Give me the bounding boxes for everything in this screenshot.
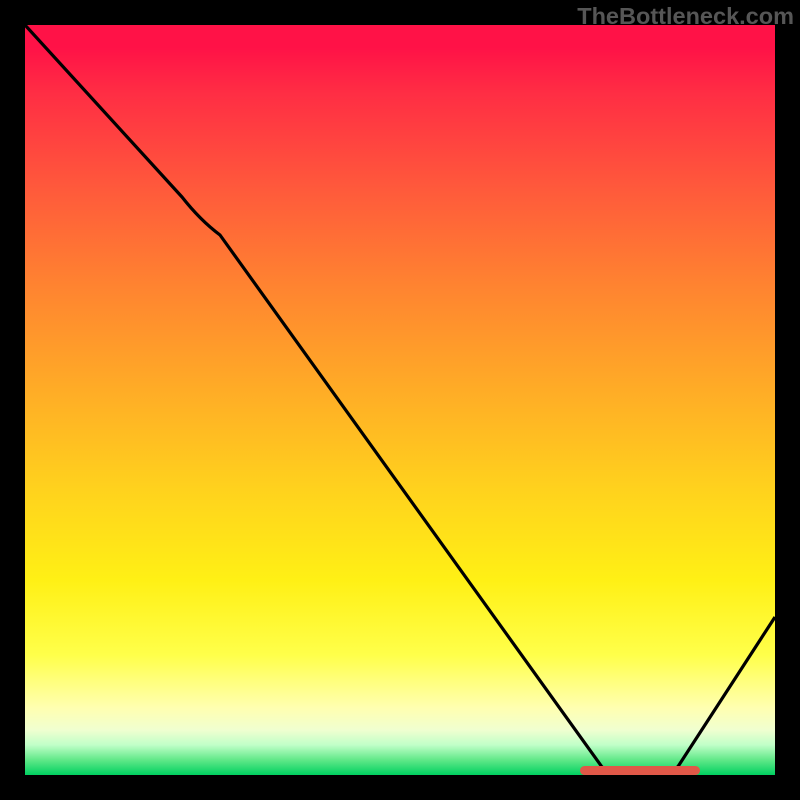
bottleneck-curve bbox=[25, 25, 775, 775]
curve-layer bbox=[25, 25, 775, 775]
optimal-range-marker bbox=[580, 766, 700, 775]
watermark-text: TheBottleneck.com bbox=[577, 3, 794, 30]
bottleneck-chart bbox=[25, 25, 775, 775]
